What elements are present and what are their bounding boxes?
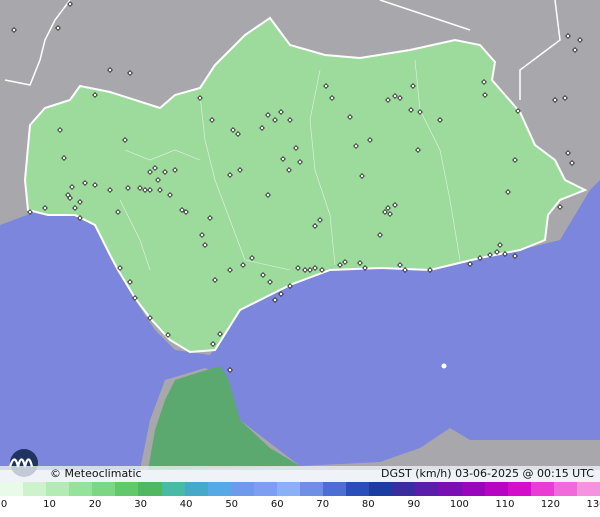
scale-swatch (276, 482, 301, 496)
scale-tick-label: 130 (586, 499, 600, 510)
scale-tick-label: 0 (0, 499, 8, 510)
scale-tick-label: 90 (407, 499, 421, 510)
scale-swatch (184, 482, 208, 496)
scale-swatch (46, 482, 70, 496)
scale-swatch (507, 482, 531, 496)
scale-swatch (69, 482, 93, 496)
scale-swatch (161, 482, 185, 496)
scale-swatch (461, 482, 485, 496)
scale-swatch (300, 482, 324, 496)
scale-swatch (23, 482, 47, 496)
scale-swatch (484, 482, 508, 496)
scale-swatch (0, 482, 24, 496)
scale-swatch (323, 482, 347, 496)
color-scale (0, 482, 600, 496)
scale-tick-label: 70 (316, 499, 330, 510)
scale-tick-label: 100 (449, 499, 469, 510)
scale-swatch (346, 482, 370, 496)
legend-title: DGST (km/h) 03-06-2025 @ 00:15 UTC (381, 467, 594, 480)
map-canvas (0, 0, 600, 470)
scale-swatch (553, 482, 577, 496)
scale-swatch (138, 482, 162, 496)
scale-tick-label: 120 (540, 499, 560, 510)
scale-tick-label: 50 (225, 499, 239, 510)
scale-swatch (438, 482, 462, 496)
scale-tick-label: 20 (88, 499, 102, 510)
scale-labels: 0 10 20 30 40 50 60 70 80 90 100 110 120 130 (0, 497, 600, 513)
scale-tick-label: 10 (43, 499, 56, 510)
alboran-island (441, 363, 447, 369)
scale-swatch (369, 482, 393, 496)
scale-tick-label: 40 (179, 499, 193, 510)
scale-tick-label: 110 (495, 499, 515, 510)
scale-swatch (415, 482, 439, 496)
scale-swatch (576, 482, 600, 496)
scale-swatch (92, 482, 116, 496)
info-bar: © Meteoclimatic DGST (km/h) 03-06-2025 @… (0, 466, 600, 482)
scale-swatch (530, 482, 554, 496)
scale-swatch (253, 482, 277, 496)
scale-swatch (115, 482, 139, 496)
weather-map: © Meteoclimatic DGST (km/h) 03-06-2025 @… (0, 0, 600, 517)
scale-swatch (207, 482, 231, 496)
scale-tick-label: 60 (270, 499, 284, 510)
credit-label: © Meteoclimatic (50, 467, 142, 480)
scale-swatch (392, 482, 416, 496)
scale-swatch (230, 482, 254, 496)
scale-tick-label: 30 (134, 499, 147, 510)
scale-tick-label: 80 (361, 499, 375, 510)
